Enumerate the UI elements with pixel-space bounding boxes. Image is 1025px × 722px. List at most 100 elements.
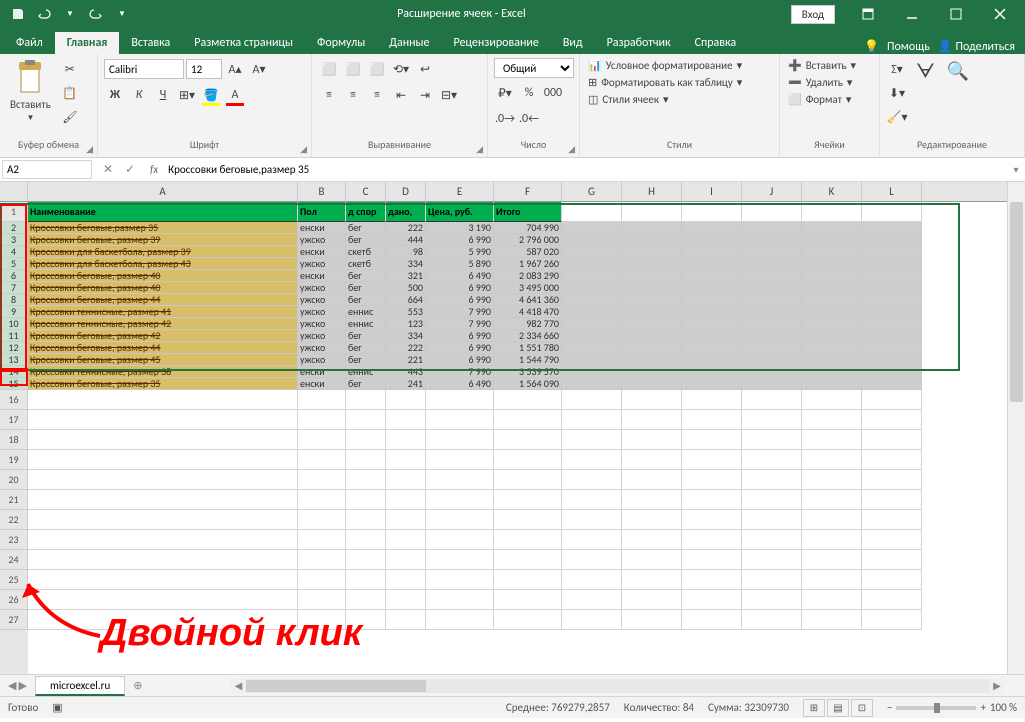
cell[interactable]: ужско (298, 282, 346, 294)
cell[interactable] (426, 530, 494, 550)
cell[interactable] (682, 330, 742, 342)
cell[interactable] (742, 354, 802, 366)
row-header[interactable]: 26 (0, 590, 28, 610)
cell[interactable]: д спор (346, 202, 386, 222)
row-header[interactable]: 18 (0, 430, 28, 450)
cell[interactable] (682, 490, 742, 510)
cell[interactable] (742, 450, 802, 470)
cell[interactable] (682, 366, 742, 378)
cell[interactable] (562, 450, 622, 470)
cell[interactable] (622, 202, 682, 222)
decrease-indent-icon[interactable]: ⇤ (390, 84, 412, 106)
tab-home[interactable]: Главная (55, 32, 120, 54)
cell[interactable] (742, 246, 802, 258)
fx-icon[interactable]: fx (144, 163, 164, 176)
cell[interactable] (562, 390, 622, 410)
cell[interactable] (386, 470, 426, 490)
select-all-corner[interactable] (0, 182, 28, 202)
cell[interactable] (298, 570, 346, 590)
cell[interactable]: 444 (386, 234, 426, 246)
cell[interactable] (386, 590, 426, 610)
cell[interactable] (862, 330, 922, 342)
align-bottom-icon[interactable]: ⬜ (366, 58, 388, 80)
cell[interactable] (862, 378, 922, 390)
cell[interactable] (622, 510, 682, 530)
cell[interactable]: еннис (346, 366, 386, 378)
cell[interactable] (562, 318, 622, 330)
tab-view[interactable]: Вид (551, 32, 595, 54)
cell[interactable] (862, 590, 922, 610)
cell[interactable] (622, 366, 682, 378)
cell[interactable]: бег (346, 270, 386, 282)
cell[interactable] (742, 258, 802, 270)
cell[interactable] (742, 318, 802, 330)
add-sheet-icon[interactable]: ⊕ (125, 679, 150, 692)
column-headers[interactable]: ABCDEFGHIJKL (28, 182, 1007, 202)
increase-font-icon[interactable]: A▴ (224, 58, 246, 80)
font-name-select[interactable] (104, 59, 184, 79)
qat-dropdown-icon[interactable]: ▼ (60, 4, 80, 24)
cell[interactable] (426, 550, 494, 570)
cell[interactable] (802, 330, 862, 342)
cell[interactable]: 1 564 090 (494, 378, 562, 390)
cell[interactable]: бег (346, 342, 386, 354)
cell[interactable] (742, 330, 802, 342)
cell[interactable] (494, 430, 562, 450)
cell[interactable]: ужско (298, 234, 346, 246)
cell[interactable]: енски (298, 366, 346, 378)
cell[interactable]: енски (298, 270, 346, 282)
align-left-icon[interactable]: ≡ (318, 84, 340, 106)
col-header-H[interactable]: H (622, 182, 682, 201)
cell[interactable]: 2 083 290 (494, 270, 562, 282)
row-header[interactable]: 27 (0, 610, 28, 630)
cell[interactable] (802, 378, 862, 390)
cell[interactable] (742, 570, 802, 590)
cell[interactable]: ужско (298, 318, 346, 330)
cell[interactable] (862, 246, 922, 258)
col-header-A[interactable]: A (28, 182, 298, 201)
tab-data[interactable]: Данные (377, 32, 441, 54)
cell[interactable]: Кроссовки беговые, размер 39 (28, 234, 298, 246)
cell[interactable]: 123 (386, 318, 426, 330)
zoom-in-icon[interactable]: + (980, 701, 985, 714)
number-launcher-icon[interactable]: ◢ (568, 144, 575, 155)
cell[interactable]: Кроссовки для баскетбола, размер 39 (28, 246, 298, 258)
cell[interactable]: ужско (298, 354, 346, 366)
cell[interactable] (742, 550, 802, 570)
hscroll-left-icon[interactable]: ◀ (230, 679, 246, 692)
row-header[interactable]: 20 (0, 470, 28, 490)
cell[interactable] (682, 378, 742, 390)
cell[interactable] (862, 610, 922, 630)
cell[interactable]: скетб (346, 246, 386, 258)
merge-icon[interactable]: ⊟▾ (438, 84, 460, 106)
row-header[interactable]: 17 (0, 410, 28, 430)
format-as-table-button[interactable]: ⊞Форматировать как таблицу▾ (586, 75, 744, 90)
cell[interactable]: бег (346, 330, 386, 342)
cell[interactable]: 5 990 (426, 246, 494, 258)
cell[interactable]: Кроссовки беговые, размер 40 (28, 282, 298, 294)
align-middle-icon[interactable]: ⬜ (342, 58, 364, 80)
cell[interactable] (622, 234, 682, 246)
cell[interactable] (386, 490, 426, 510)
comma-icon[interactable]: 000 (542, 82, 564, 104)
cell[interactable] (622, 378, 682, 390)
cell[interactable] (386, 530, 426, 550)
cell[interactable]: 6 990 (426, 282, 494, 294)
cell[interactable] (562, 366, 622, 378)
cell[interactable] (562, 530, 622, 550)
cell[interactable] (562, 306, 622, 318)
cell[interactable]: 334 (386, 258, 426, 270)
cell[interactable] (862, 202, 922, 222)
share-button[interactable]: 👤 Поделиться (938, 39, 1015, 54)
tab-page-layout[interactable]: Разметка страницы (182, 32, 305, 54)
cell[interactable]: ужско (298, 306, 346, 318)
cell[interactable] (28, 550, 298, 570)
ribbon-options-icon[interactable] (847, 1, 889, 27)
font-color-icon[interactable]: A (224, 84, 246, 106)
cell[interactable]: ужско (298, 294, 346, 306)
clipboard-launcher-icon[interactable]: ◢ (86, 144, 93, 155)
cell[interactable]: 664 (386, 294, 426, 306)
cell[interactable] (562, 378, 622, 390)
cell[interactable] (622, 610, 682, 630)
cell[interactable] (862, 490, 922, 510)
